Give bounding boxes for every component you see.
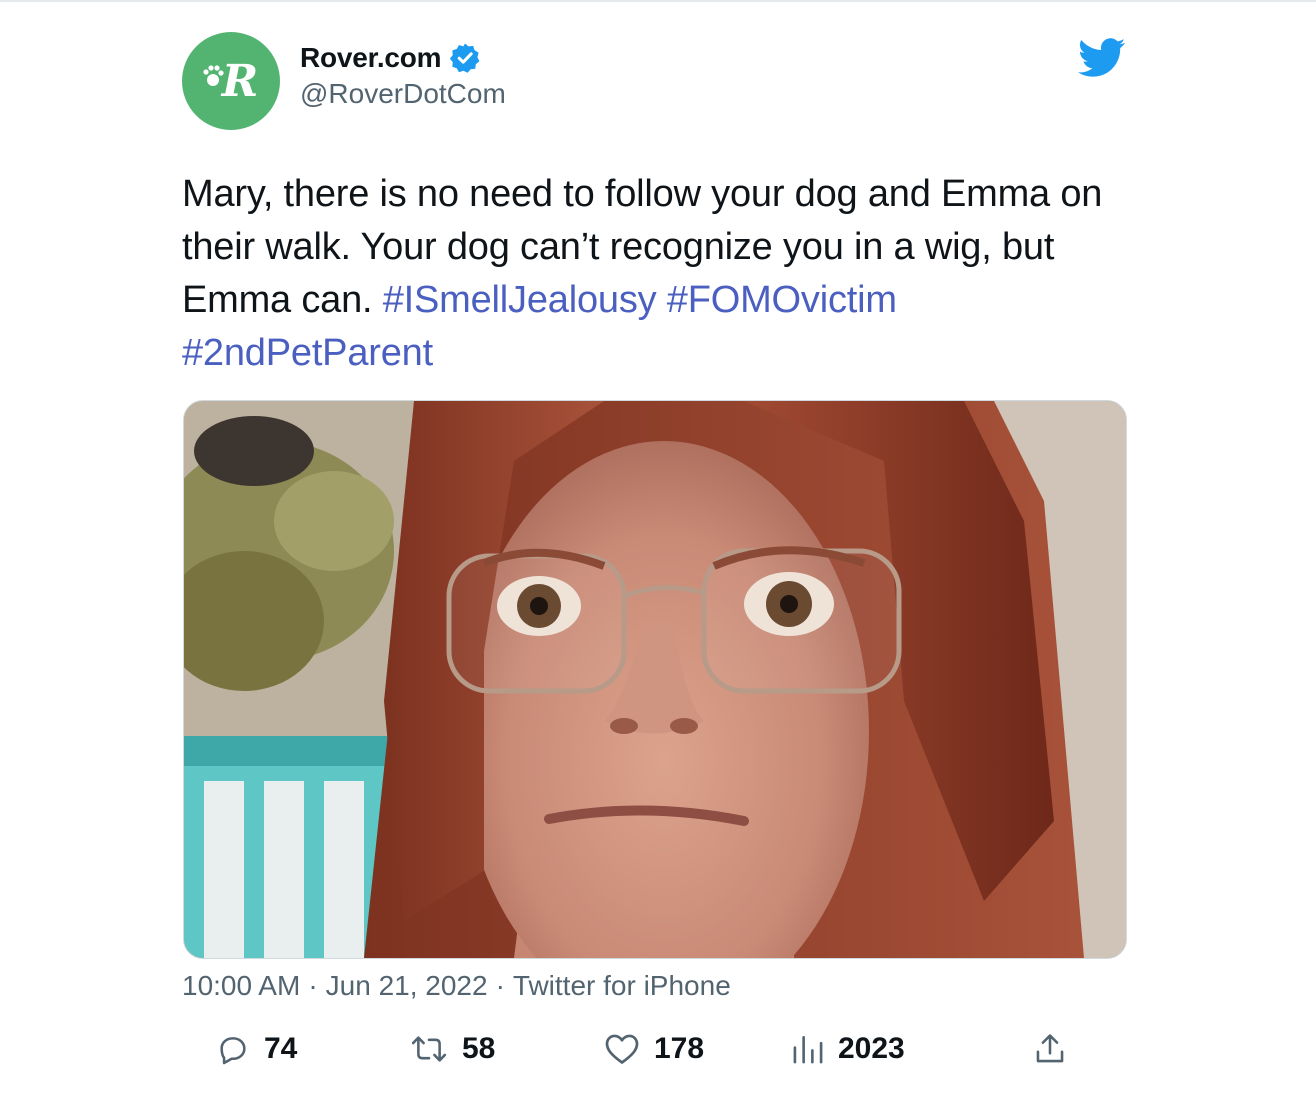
views-count: 2023 bbox=[838, 1032, 905, 1065]
hashtag-link[interactable]: #ISmellJealousy bbox=[383, 279, 657, 321]
views-icon bbox=[793, 1036, 823, 1064]
man-in-wig-photo bbox=[184, 401, 1126, 958]
retweet-count: 58 bbox=[462, 1032, 496, 1065]
hashtag-link[interactable]: #FOMOvictim bbox=[667, 279, 897, 321]
meta-separator: · bbox=[495, 970, 505, 1001]
share-icon bbox=[1036, 1034, 1064, 1063]
retweet-icon bbox=[411, 1036, 447, 1062]
author-handle[interactable]: @RoverDotCom bbox=[300, 78, 506, 110]
twitter-bird-icon[interactable] bbox=[1078, 38, 1126, 78]
like-button[interactable]: 178 bbox=[604, 1029, 704, 1069]
tweet-time[interactable]: 10:00 AM bbox=[182, 970, 300, 1001]
reply-button[interactable]: 74 bbox=[216, 1029, 297, 1069]
tweet-text: Mary, there is no need to follow your do… bbox=[182, 168, 1142, 380]
author-name-row[interactable]: Rover.com bbox=[300, 40, 481, 76]
reply-count: 74 bbox=[264, 1032, 298, 1065]
tweet-media-image[interactable] bbox=[183, 400, 1127, 959]
top-divider bbox=[0, 0, 1316, 2]
tweet-source[interactable]: Twitter for iPhone bbox=[513, 970, 731, 1001]
hashtag-link[interactable]: #2ndPetParent bbox=[182, 332, 433, 374]
reply-icon bbox=[220, 1037, 246, 1065]
meta-separator: · bbox=[308, 970, 318, 1001]
display-name[interactable]: Rover.com bbox=[300, 42, 442, 74]
share-button[interactable] bbox=[1034, 1029, 1066, 1069]
heart-icon bbox=[605, 1034, 639, 1064]
tweet-meta: 10:00 AM · Jun 21, 2022 · Twitter for iPhone bbox=[182, 970, 731, 1002]
verified-badge-icon bbox=[449, 42, 481, 74]
paw-icon bbox=[203, 65, 224, 86]
like-count: 178 bbox=[654, 1032, 705, 1065]
retweet-button[interactable]: 58 bbox=[410, 1029, 495, 1069]
avatar-letter: R bbox=[220, 56, 259, 107]
tweet-date[interactable]: Jun 21, 2022 bbox=[326, 970, 488, 1001]
avatar[interactable]: R bbox=[182, 32, 280, 130]
views-button[interactable]: 2023 bbox=[792, 1029, 905, 1069]
